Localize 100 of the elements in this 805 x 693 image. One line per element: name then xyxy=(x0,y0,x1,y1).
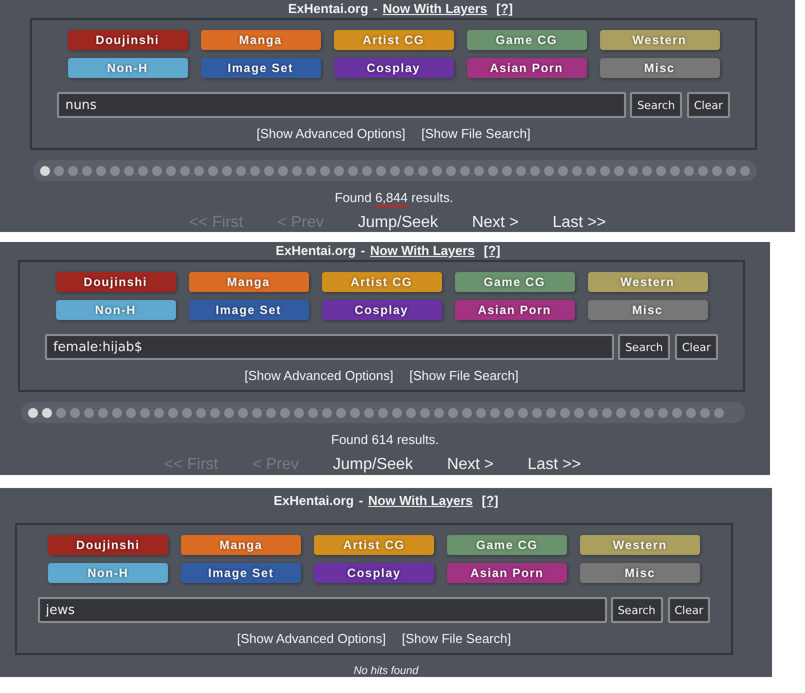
page-dot[interactable] xyxy=(280,408,290,418)
page-dot[interactable] xyxy=(252,408,262,418)
category-button[interactable]: Doujinshi xyxy=(56,272,176,292)
page-dot[interactable] xyxy=(96,166,106,176)
option-link[interactable]: [Show File Search] xyxy=(409,368,518,383)
page-dot[interactable] xyxy=(82,166,92,176)
page-dot[interactable] xyxy=(502,166,512,176)
page-dot[interactable] xyxy=(56,408,66,418)
help-link[interactable]: [?] xyxy=(484,243,500,258)
page-dot[interactable] xyxy=(532,408,542,418)
page-dot[interactable] xyxy=(656,166,666,176)
page-dot[interactable] xyxy=(560,408,570,418)
page-dot[interactable] xyxy=(474,166,484,176)
page-dot[interactable] xyxy=(40,166,50,176)
page-dot[interactable] xyxy=(180,166,190,176)
category-button[interactable]: Doujinshi xyxy=(48,535,168,555)
page-dot[interactable] xyxy=(236,166,246,176)
page-dot[interactable] xyxy=(194,166,204,176)
page-dot[interactable] xyxy=(700,408,710,418)
page-dot[interactable] xyxy=(530,166,540,176)
page-dot[interactable] xyxy=(54,166,64,176)
page-dot[interactable] xyxy=(418,166,428,176)
page-dot[interactable] xyxy=(68,166,78,176)
category-button[interactable]: Image Set xyxy=(188,300,308,320)
page-dot[interactable] xyxy=(210,408,220,418)
page-dot[interactable] xyxy=(224,408,234,418)
page-dot[interactable] xyxy=(446,166,456,176)
page-dot[interactable] xyxy=(714,408,724,418)
page-dot[interactable] xyxy=(378,408,388,418)
page-dot[interactable] xyxy=(348,166,358,176)
page-dot[interactable] xyxy=(292,166,302,176)
page-dot[interactable] xyxy=(84,408,94,418)
clear-button[interactable]: Clear xyxy=(668,597,710,623)
option-link[interactable]: [Show File Search] xyxy=(402,631,511,646)
page-dot[interactable] xyxy=(196,408,206,418)
page-dot[interactable] xyxy=(306,166,316,176)
category-button[interactable]: Cosplay xyxy=(334,58,454,78)
page-dot[interactable] xyxy=(740,166,750,176)
page-dot[interactable] xyxy=(250,166,260,176)
page-dot[interactable] xyxy=(364,408,374,418)
page-dot[interactable] xyxy=(308,408,318,418)
pager-link[interactable]: Last >> xyxy=(552,214,606,232)
page-dot[interactable] xyxy=(518,408,528,418)
category-button[interactable]: Asian Porn xyxy=(454,300,574,320)
category-button[interactable]: Misc xyxy=(600,58,720,78)
page-dot[interactable] xyxy=(684,166,694,176)
page-dot[interactable] xyxy=(628,166,638,176)
page-dot[interactable] xyxy=(434,408,444,418)
page-dot[interactable] xyxy=(182,408,192,418)
page-dot[interactable] xyxy=(138,166,148,176)
search-button[interactable]: Search xyxy=(630,92,682,118)
category-button[interactable]: Misc xyxy=(588,300,708,320)
page-dot[interactable] xyxy=(460,166,470,176)
page-dot[interactable] xyxy=(670,166,680,176)
category-button[interactable]: Image Set xyxy=(200,58,320,78)
page-dot[interactable] xyxy=(266,408,276,418)
category-button[interactable]: Cosplay xyxy=(314,563,434,583)
clear-button[interactable]: Clear xyxy=(675,334,718,360)
page-dot[interactable] xyxy=(322,408,332,418)
page-dot[interactable] xyxy=(630,408,640,418)
clear-button[interactable]: Clear xyxy=(687,92,730,118)
page-dot[interactable] xyxy=(462,408,472,418)
page-dot[interactable] xyxy=(488,166,498,176)
option-link[interactable]: [Show Advanced Options] xyxy=(244,368,394,383)
page-dot[interactable] xyxy=(336,408,346,418)
search-button[interactable]: Search xyxy=(610,597,662,623)
category-button[interactable]: Asian Porn xyxy=(447,563,567,583)
page-dot[interactable] xyxy=(642,166,652,176)
page-dot[interactable] xyxy=(600,166,610,176)
page-dot[interactable] xyxy=(28,408,38,418)
page-dot[interactable] xyxy=(406,408,416,418)
page-dot[interactable] xyxy=(98,408,108,418)
help-link[interactable]: [?] xyxy=(482,493,498,508)
page-dot[interactable] xyxy=(504,408,514,418)
page-dot[interactable] xyxy=(686,408,696,418)
search-button[interactable]: Search xyxy=(618,334,670,360)
page-dot[interactable] xyxy=(320,166,330,176)
page-dot[interactable] xyxy=(140,408,150,418)
page-dot[interactable] xyxy=(392,408,402,418)
page-dot[interactable] xyxy=(574,408,584,418)
page-dot[interactable] xyxy=(658,408,668,418)
page-dot[interactable] xyxy=(432,166,442,176)
page-dot[interactable] xyxy=(390,166,400,176)
pager-link[interactable]: Last >> xyxy=(528,456,582,474)
page-dot[interactable] xyxy=(222,166,232,176)
category-button[interactable]: Asian Porn xyxy=(466,58,586,78)
page-dot[interactable] xyxy=(644,408,654,418)
page-dot[interactable] xyxy=(294,408,304,418)
option-link[interactable]: [Show Advanced Options] xyxy=(256,126,406,141)
layers-link[interactable]: Now With Layers xyxy=(368,493,473,508)
page-dot[interactable] xyxy=(546,408,556,418)
page-dot[interactable] xyxy=(588,408,598,418)
search-field[interactable]: nuns xyxy=(57,92,626,118)
page-dot[interactable] xyxy=(42,408,52,418)
page-dot[interactable] xyxy=(698,166,708,176)
page-dot[interactable] xyxy=(362,166,372,176)
page-dot[interactable] xyxy=(448,408,458,418)
page-dot[interactable] xyxy=(404,166,414,176)
page-dot[interactable] xyxy=(726,166,736,176)
page-dot[interactable] xyxy=(420,408,430,418)
